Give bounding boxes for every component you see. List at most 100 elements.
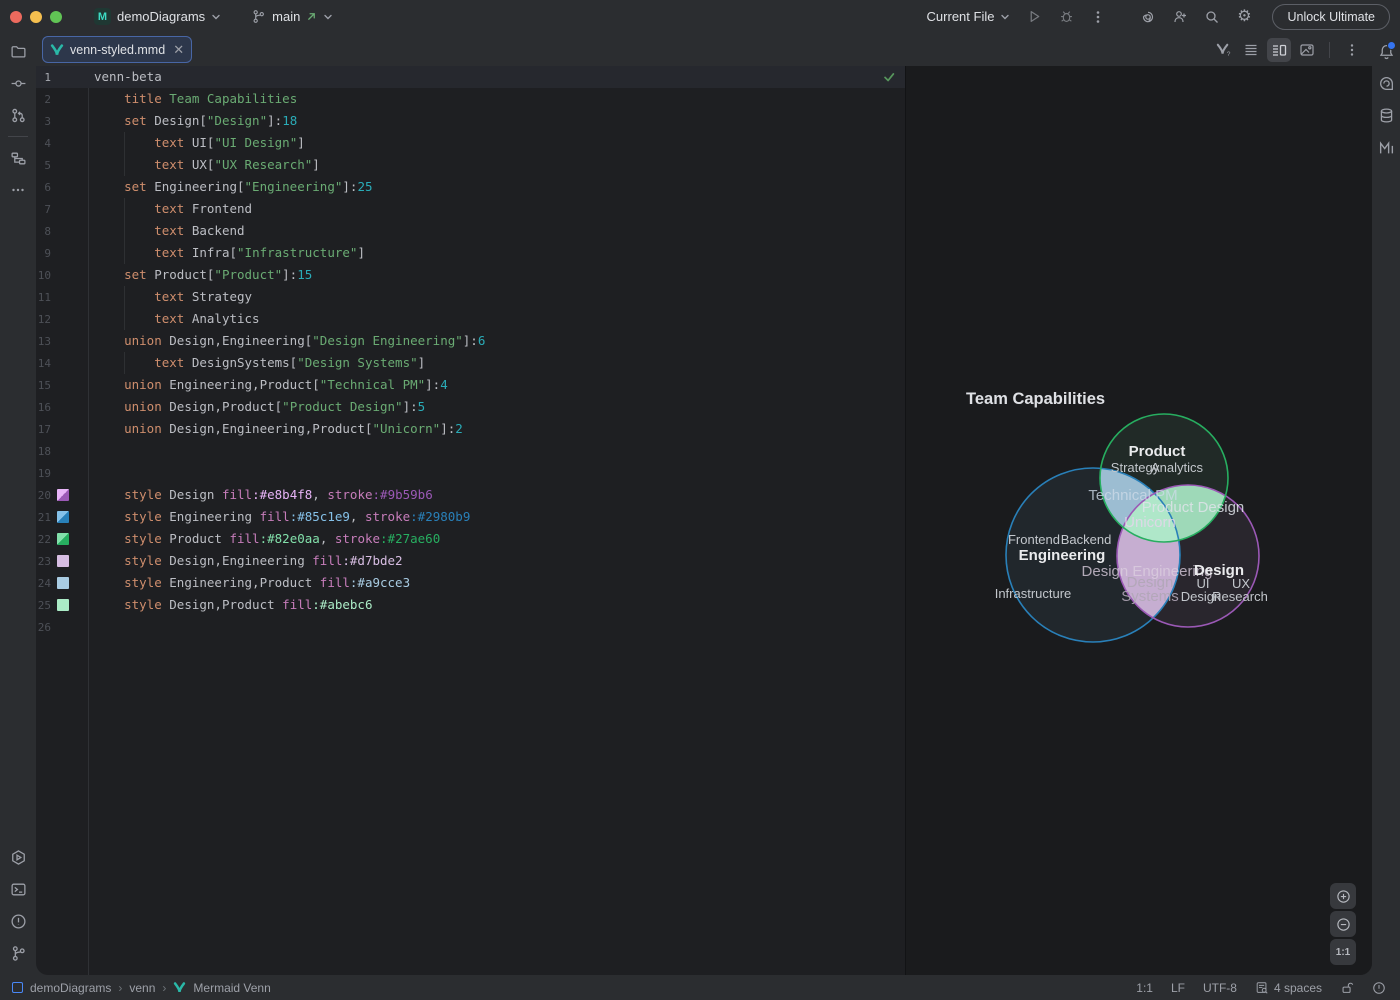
breadcrumb-folder[interactable]: venn — [129, 981, 155, 995]
diagram-preview-panel[interactable]: Team Capabilities Product Strategy Analytic… — [906, 66, 1372, 975]
code-text[interactable]: style Design fill:#e8b4f8, stroke:#9b59b… — [88, 484, 905, 506]
version-control-toolwindow-icon[interactable] — [4, 939, 32, 967]
toolwindow-square-icon[interactable] — [12, 982, 23, 993]
code-line-20[interactable]: 20 style Design fill:#e8b4f8, stroke:#9b… — [36, 484, 905, 506]
gutter-color-swatch[interactable] — [57, 599, 69, 611]
line-number[interactable]: 20 — [36, 489, 51, 502]
code-line-7[interactable]: 7 text Frontend — [36, 198, 905, 220]
code-line-19[interactable]: 19 — [36, 462, 905, 484]
code-text[interactable]: text Strategy — [88, 286, 905, 308]
line-number[interactable]: 12 — [36, 313, 51, 326]
structure-toolwindow-icon[interactable] — [4, 144, 32, 172]
caret-position-widget[interactable]: 1:1 — [1136, 981, 1153, 995]
code-text[interactable]: union Design,Product["Product Design"]:5 — [88, 396, 905, 418]
line-separator-widget[interactable]: LF — [1171, 981, 1185, 995]
line-number[interactable]: 15 — [36, 379, 51, 392]
line-number[interactable]: 23 — [36, 555, 51, 568]
run-configuration-selector[interactable]: Current File — [921, 6, 1017, 27]
code-text[interactable]: text UI["UI Design"] — [88, 132, 905, 154]
lock-open-icon[interactable] — [1340, 981, 1354, 995]
code-text[interactable]: style Product fill:#82e0aa, stroke:#27ae… — [88, 528, 905, 550]
code-line-10[interactable]: 10 set Product["Product"]:15 — [36, 264, 905, 286]
code-text[interactable]: venn-beta — [88, 66, 905, 88]
line-number[interactable]: 19 — [36, 467, 51, 480]
more-actions-icon[interactable] — [1084, 3, 1112, 31]
code-line-11[interactable]: 11 text Strategy — [36, 286, 905, 308]
minimize-window-button[interactable] — [30, 10, 42, 23]
breadcrumb-project[interactable]: demoDiagrams — [30, 981, 111, 995]
code-text[interactable]: set Engineering["Engineering"]:25 — [88, 176, 905, 198]
close-tab-icon[interactable]: ✕ — [173, 43, 184, 56]
zoom-in-button[interactable] — [1330, 883, 1356, 909]
code-text[interactable]: text UX["UX Research"] — [88, 154, 905, 176]
more-toolwindows-icon[interactable] — [4, 176, 32, 204]
code-line-3[interactable]: 3 set Design["Design"]:18 — [36, 110, 905, 132]
gutter-color-swatch[interactable] — [57, 511, 69, 523]
line-number[interactable]: 7 — [36, 203, 51, 216]
project-widget[interactable]: M demoDiagrams — [88, 5, 227, 28]
encoding-widget[interactable]: UTF-8 — [1203, 981, 1237, 995]
ai-assistant-toolwindow-icon[interactable] — [1372, 69, 1400, 97]
editor-only-view-icon[interactable] — [1239, 38, 1263, 62]
code-line-6[interactable]: 6 set Engineering["Engineering"]:25 — [36, 176, 905, 198]
line-number[interactable]: 4 — [36, 137, 51, 150]
gutter-color-swatch[interactable] — [57, 577, 69, 589]
error-indicator-icon[interactable] — [1372, 981, 1386, 995]
zoom-out-button[interactable] — [1330, 911, 1356, 937]
fullscreen-window-button[interactable] — [50, 10, 62, 23]
line-number[interactable]: 8 — [36, 225, 51, 238]
line-number[interactable]: 21 — [36, 511, 51, 524]
code-text[interactable]: text Infra["Infrastructure"] — [88, 242, 905, 264]
search-everywhere-icon[interactable] — [1198, 3, 1226, 31]
code-line-24[interactable]: 24 style Engineering,Product fill:#a9cce… — [36, 572, 905, 594]
code-line-8[interactable]: 8 text Backend — [36, 220, 905, 242]
code-line-5[interactable]: 5 text UX["UX Research"] — [36, 154, 905, 176]
code-line-9[interactable]: 9 text Infra["Infrastructure"] — [36, 242, 905, 264]
line-number[interactable]: 14 — [36, 357, 51, 370]
vcs-widget[interactable]: main — [245, 6, 339, 27]
close-window-button[interactable] — [10, 10, 22, 23]
debug-button[interactable] — [1052, 3, 1080, 31]
line-number[interactable]: 3 — [36, 115, 51, 128]
line-number[interactable]: 5 — [36, 159, 51, 172]
line-number[interactable]: 18 — [36, 445, 51, 458]
code-text[interactable]: style Engineering fill:#85c1e9, stroke:#… — [88, 506, 905, 528]
services-toolwindow-icon[interactable] — [4, 843, 32, 871]
unlock-ultimate-button[interactable]: Unlock Ultimate — [1272, 3, 1390, 30]
code-text[interactable]: union Design,Engineering["Design Enginee… — [88, 330, 905, 352]
commit-toolwindow-icon[interactable] — [4, 69, 32, 97]
code-line-2[interactable]: 2 title Team Capabilities — [36, 88, 905, 110]
code-line-22[interactable]: 22 style Product fill:#82e0aa, stroke:#2… — [36, 528, 905, 550]
line-number[interactable]: 22 — [36, 533, 51, 546]
gutter-color-swatch[interactable] — [57, 533, 69, 545]
code-text[interactable]: style Engineering,Product fill:#a9cce3 — [88, 572, 905, 594]
line-number[interactable]: 26 — [36, 621, 51, 634]
problems-toolwindow-icon[interactable] — [4, 907, 32, 935]
code-text[interactable] — [88, 616, 905, 638]
code-with-me-icon[interactable] — [1166, 3, 1194, 31]
line-number[interactable]: 9 — [36, 247, 51, 260]
code-text[interactable]: style Design,Engineering fill:#d7bde2 — [88, 550, 905, 572]
code-text[interactable]: set Design["Design"]:18 — [88, 110, 905, 132]
indent-widget[interactable]: 4 spaces — [1255, 981, 1322, 995]
line-number[interactable]: 10 — [36, 269, 51, 282]
code-line-16[interactable]: 16 union Design,Product["Product Design"… — [36, 396, 905, 418]
settings-gear-icon[interactable]: ⚙ — [1230, 3, 1258, 31]
pull-requests-toolwindow-icon[interactable] — [4, 101, 32, 129]
line-number[interactable]: 25 — [36, 599, 51, 612]
code-area[interactable]: 1 venn-beta 2 title Team Capabilities 3 set… — [36, 66, 905, 638]
gutter-color-swatch[interactable] — [57, 555, 69, 567]
run-button[interactable] — [1020, 3, 1048, 31]
editor-and-preview-view-icon[interactable] — [1267, 37, 1291, 62]
line-number[interactable]: 11 — [36, 291, 51, 304]
code-line-14[interactable]: 14 text DesignSystems["Design Systems"] — [36, 352, 905, 374]
line-number[interactable]: 2 — [36, 93, 51, 106]
zoom-reset-button[interactable]: 1:1 — [1330, 939, 1356, 965]
line-number[interactable]: 6 — [36, 181, 51, 194]
mermaid-toolwindow-icon[interactable] — [1372, 133, 1400, 161]
preview-only-view-icon[interactable] — [1295, 38, 1319, 62]
code-line-15[interactable]: 15 union Engineering,Product["Technical … — [36, 374, 905, 396]
code-text[interactable]: title Team Capabilities — [88, 88, 905, 110]
code-line-23[interactable]: 23 style Design,Engineering fill:#d7bde2 — [36, 550, 905, 572]
code-text[interactable]: union Engineering,Product["Technical PM"… — [88, 374, 905, 396]
